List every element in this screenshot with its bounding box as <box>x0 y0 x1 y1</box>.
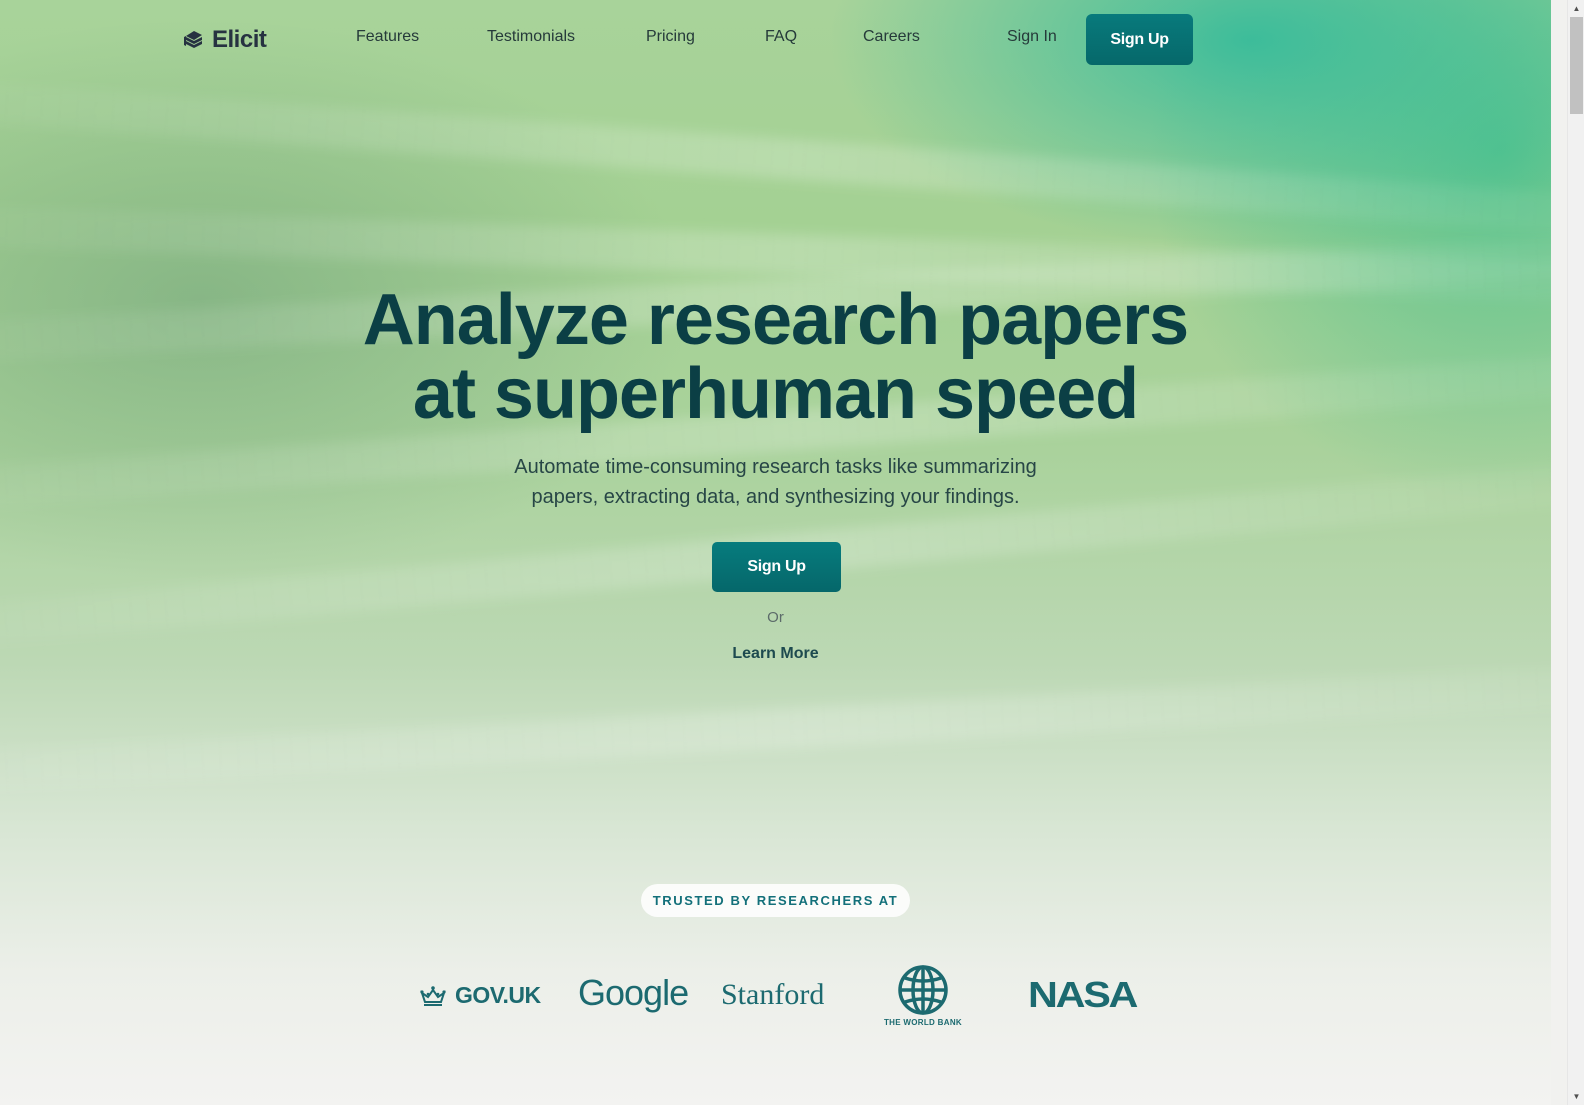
gov-uk-logo-text: GOV.UK <box>455 982 541 1008</box>
customer-logos: GOV.UK Google Stanford THE WORLD BANK NA… <box>0 960 1551 1030</box>
hero-title: Analyze research papers at superhuman sp… <box>0 283 1551 431</box>
nav-link-pricing[interactable]: Pricing <box>646 28 695 46</box>
sign-in-link[interactable]: Sign In <box>1007 28 1057 46</box>
hero-subtitle: Automate time-consuming research tasks l… <box>0 452 1551 512</box>
background-streak <box>0 655 1551 800</box>
nav-link-careers[interactable]: Careers <box>863 28 920 46</box>
nasa-logo: NASA <box>1028 974 1138 1015</box>
or-separator-text: Or <box>767 609 784 626</box>
hero-subtitle-line-2: papers, extracting data, and synthesizin… <box>531 486 1020 508</box>
top-nav: Elicit Features Testimonials Pricing FAQ… <box>0 0 1551 80</box>
hero-title-line-1: Analyze research papers <box>362 280 1189 360</box>
scrollbar-thumb[interactable] <box>1570 17 1583 114</box>
scroll-down-arrow-icon[interactable]: ▼ <box>1568 1088 1584 1105</box>
page-background: Elicit Features Testimonials Pricing FAQ… <box>0 0 1551 1105</box>
learn-more-link-row: Learn More <box>0 645 1551 663</box>
brand-logo-link[interactable]: Elicit <box>182 26 267 54</box>
brand-name: Elicit <box>212 26 267 53</box>
stacked-pages-logo-icon <box>184 31 202 48</box>
world-bank-logo-text: THE WORLD BANK <box>884 1018 962 1027</box>
crown-icon <box>420 985 446 1006</box>
nav-sign-up-button[interactable]: Sign Up <box>1086 14 1193 65</box>
world-bank-logo: THE WORLD BANK <box>884 964 962 1027</box>
stanford-logo: Stanford <box>721 978 825 1011</box>
nav-link-testimonials[interactable]: Testimonials <box>487 28 575 46</box>
nav-link-features[interactable]: Features <box>356 28 419 46</box>
hero-title-line-2: at superhuman speed <box>412 354 1139 434</box>
globe-icon <box>898 965 948 1015</box>
page-scrollbar[interactable]: ▲ ▼ <box>1567 0 1584 1105</box>
gov-uk-logo: GOV.UK <box>419 982 541 1009</box>
trusted-by-badge: TRUSTED BY RESEARCHERS AT <box>641 884 910 917</box>
hero-sign-up-button[interactable]: Sign Up <box>712 542 841 592</box>
nav-link-faq[interactable]: FAQ <box>765 28 797 46</box>
google-logo: Google <box>578 972 689 1013</box>
hero-subtitle-line-1: Automate time-consuming research tasks l… <box>514 456 1037 478</box>
learn-more-link[interactable]: Learn More <box>732 645 818 662</box>
scroll-up-arrow-icon[interactable]: ▲ <box>1568 0 1584 17</box>
